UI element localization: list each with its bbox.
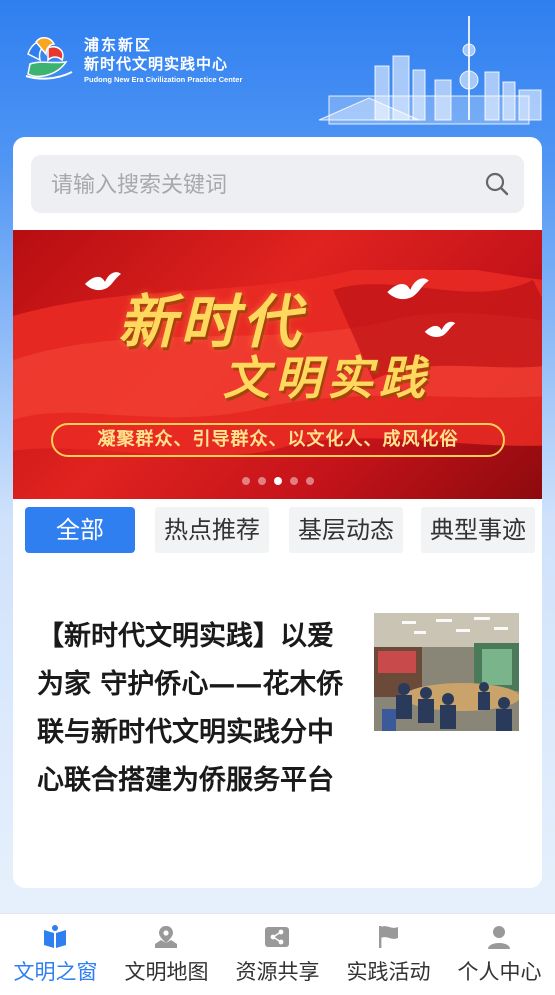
tab-grassroots[interactable]: 基层动态: [289, 507, 403, 553]
article-thumbnail[interactable]: [374, 613, 519, 731]
banner-slogan: 凝聚群众、引导群众、以文化人、成风化俗: [51, 423, 505, 457]
app-header: 浦东新区 新时代文明实践中心 Pudong New Era Civilizati…: [0, 0, 555, 135]
tabbar-label: 实践活动: [346, 960, 431, 984]
share-icon: [265, 927, 289, 947]
article-item[interactable]: 【新时代文明实践】以爱为家 守护侨心——花木侨联与新时代文明实践分中心联合搭建为…: [13, 597, 542, 867]
dove-icon: [85, 272, 121, 291]
book-icon: [44, 925, 66, 948]
tab-typical-deeds[interactable]: 典型事迹: [421, 507, 535, 553]
tabbar-label: 文明地图: [124, 960, 209, 984]
tabbar-item-profile[interactable]: 个人中心: [444, 914, 555, 995]
tabbar-item-map[interactable]: 文明地图: [111, 914, 222, 995]
pudong-logo-icon: [25, 37, 73, 80]
map-pin-icon: [155, 926, 177, 948]
tabbar-item-window[interactable]: 文明之窗: [0, 914, 111, 995]
carousel-dot[interactable]: [257, 477, 266, 485]
content-card: 新时代 文明实践 凝聚群众、引导群众、以文化人、成风化俗 全部 热点推荐 基层动…: [13, 137, 542, 888]
banner-title-line2: 文明实践: [223, 351, 431, 405]
tabbar-item-share[interactable]: 资源共享: [222, 914, 333, 995]
tabbar-label: 资源共享: [235, 960, 320, 984]
user-icon: [488, 926, 510, 949]
search-bar[interactable]: [31, 155, 524, 215]
tabbar-item-activity[interactable]: 实践活动: [333, 914, 444, 995]
tab-hot[interactable]: 热点推荐: [155, 507, 269, 553]
tabbar-label: 文明之窗: [13, 960, 98, 984]
carousel-dot[interactable]: [305, 477, 314, 485]
carousel-indicator: [13, 470, 542, 489]
banner-carousel[interactable]: 新时代 文明实践 凝聚群众、引导群众、以文化人、成风化俗: [13, 230, 542, 499]
search-icon[interactable]: [484, 171, 510, 197]
tab-all[interactable]: 全部: [25, 507, 135, 553]
brand-name-line1: 浦东新区: [84, 36, 153, 54]
dove-icon: [424, 321, 456, 337]
carousel-dot-active[interactable]: [273, 477, 282, 485]
flag-icon: [379, 926, 398, 948]
carousel-dot[interactable]: [241, 477, 250, 485]
tabbar-label: 个人中心: [457, 960, 542, 984]
category-tabs: 全部 热点推荐 基层动态 典型事迹: [25, 507, 542, 553]
brand-name-en: Pudong New Era Civilization Practice Cen…: [84, 75, 243, 84]
search-input[interactable]: [49, 155, 473, 215]
carousel-dot[interactable]: [289, 477, 298, 485]
brand-text: 浦东新区 新时代文明实践中心 Pudong New Era Civilizati…: [84, 36, 242, 86]
bottom-tab-bar: 文明之窗 文明地图 资源共享 实践活动 个人中心: [0, 913, 555, 995]
brand-name-line2: 新时代文明实践中心: [84, 55, 229, 73]
dove-icon: [387, 278, 429, 300]
article-title[interactable]: 【新时代文明实践】以爱为家 守护侨心——花木侨联与新时代文明实践分中心联合搭建为…: [37, 613, 357, 805]
skyline-illustration: [318, 16, 542, 125]
